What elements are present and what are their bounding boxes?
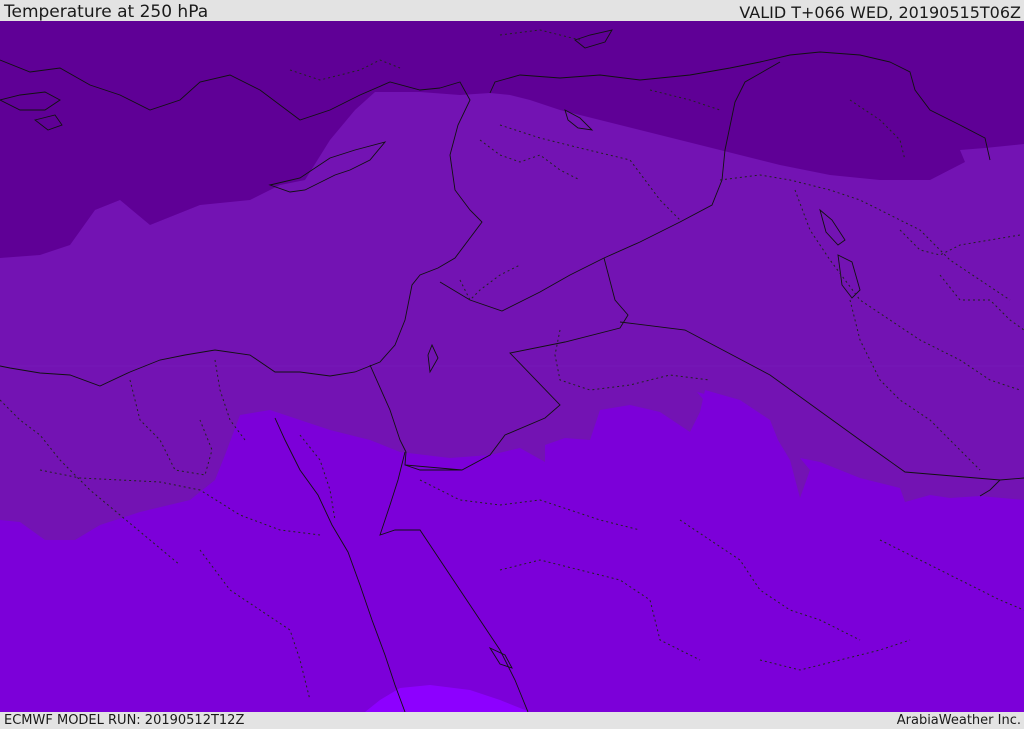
map-title: Temperature at 250 hPa <box>4 2 209 22</box>
map-area <box>0 21 1024 712</box>
header-bar: Temperature at 250 hPa VALID T+066 WED, … <box>0 0 1024 22</box>
credit-label: ArabiaWeather Inc. <box>896 713 1021 728</box>
model-run-label: ECMWF MODEL RUN: 20190512T12Z <box>4 713 245 728</box>
temperature-map <box>0 21 1024 712</box>
footer-bar: ECMWF MODEL RUN: 20190512T12Z ArabiaWeat… <box>0 712 1024 729</box>
valid-time: VALID T+066 WED, 20190515T06Z <box>739 3 1021 22</box>
